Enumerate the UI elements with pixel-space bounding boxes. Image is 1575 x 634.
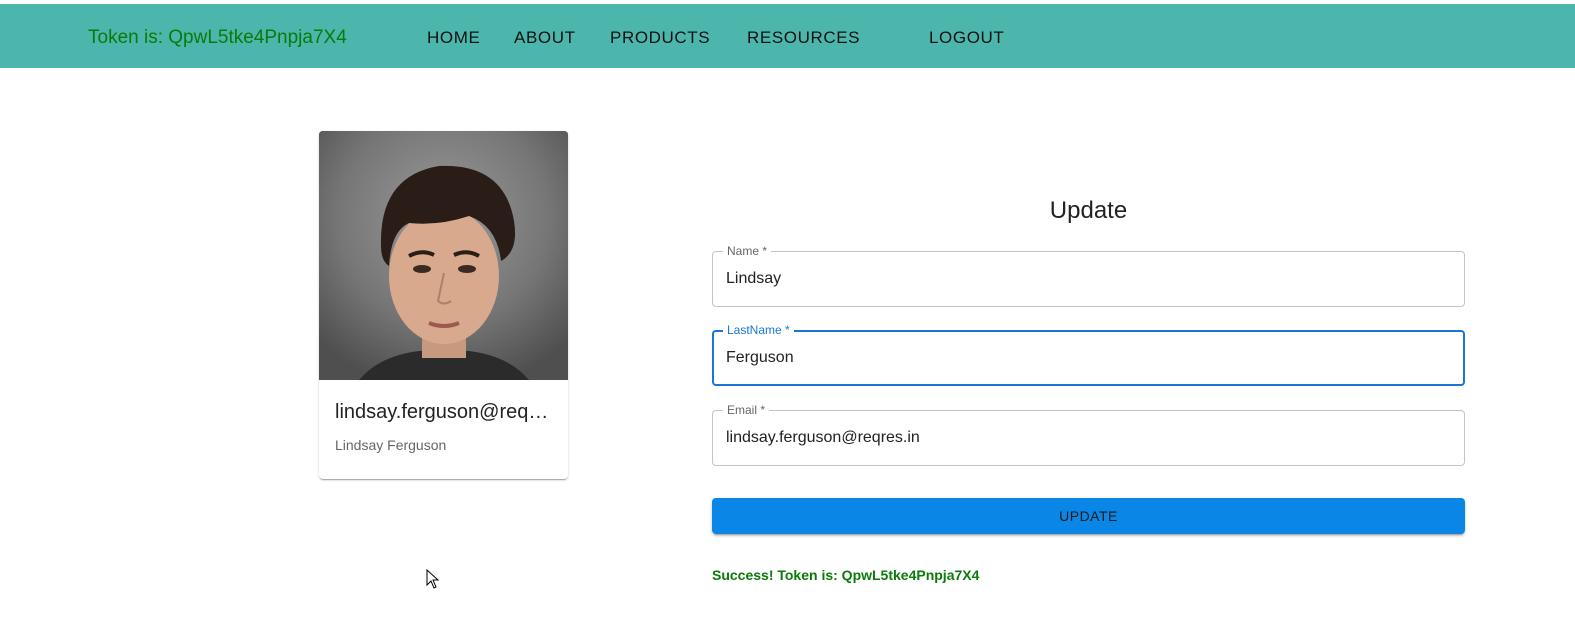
token-display: Token is: QpwL5tke4Pnpja7X4 [88,27,347,48]
nav-about-link[interactable]: ABOUT [514,28,576,48]
card-full-name: Lindsay Ferguson [335,437,447,453]
top-navbar: Token is: QpwL5tke4Pnpja7X4 HOME ABOUT P… [0,4,1575,68]
name-input[interactable] [726,252,1446,306]
email-field: Email * [712,403,1465,466]
profile-card: lindsay.ferguson@reqres.in Lindsay Fergu… [319,131,568,479]
form-title: Update [1049,197,1128,224]
avatar [319,131,568,380]
user-photo-icon [319,131,568,380]
mouse-pointer-icon [426,569,440,589]
email-input[interactable] [726,411,1446,465]
nav-home-link[interactable]: HOME [427,28,480,48]
success-message: Success! Token is: QpwL5tke4Pnpja7X4 [712,567,980,583]
lastname-field: LastName * [712,323,1465,386]
nav-resources-link[interactable]: RESOURCES [747,28,860,48]
update-button[interactable]: UPDATE [712,498,1465,534]
name-field: Name * [712,244,1465,307]
nav-logout-link[interactable]: LOGOUT [929,28,1004,48]
card-email: lindsay.ferguson@reqres.in [335,401,555,423]
nav-products-link[interactable]: PRODUCTS [610,28,710,48]
lastname-input[interactable] [726,331,1446,385]
